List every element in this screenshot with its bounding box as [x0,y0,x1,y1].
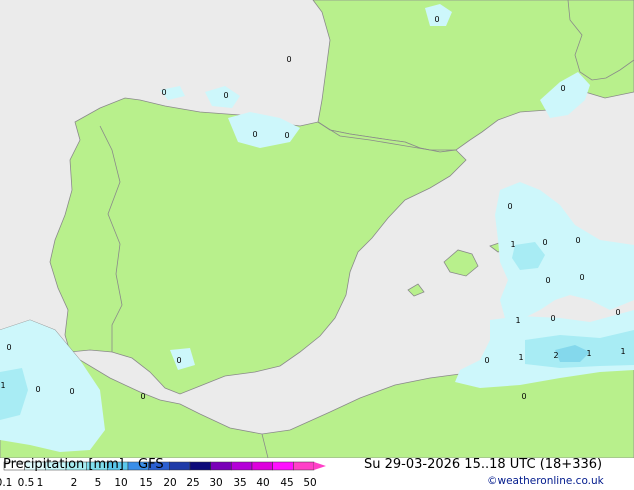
value-label: 1 [586,349,591,358]
value-label: 0 [484,356,489,365]
legend-label: 20 [163,477,177,489]
value-label: 0 [521,392,526,401]
credit-link[interactable]: ©weatheronline.co.uk [487,475,604,487]
legend-label: 15 [139,477,153,489]
value-label: 0 [550,314,555,323]
precipitation-map: 0 0 0 0 0 0 0 0 0 0 1 0 0 1 0 0 0 1 2 1 … [0,0,634,458]
value-label: 0 [545,276,550,285]
value-label: 2 [553,351,558,360]
value-label: 0 [6,343,11,352]
legend-label: 0.5 [17,477,35,489]
legend-label: 1 [36,477,44,489]
legend-label: 25 [186,477,200,489]
value-label: 0 [284,131,289,140]
legend-label: 10 [114,477,128,489]
value-label: 0 [575,236,580,245]
legend-label: 2 [70,477,78,489]
legend-swatch [189,461,211,471]
legend-swatch [231,461,253,471]
value-label: 1 [0,381,5,390]
legend-label: 30 [209,477,223,489]
value-label: 1 [515,316,520,325]
legend-swatch [169,461,191,471]
value-label: 0 [252,130,257,139]
legend-label: 40 [256,477,270,489]
value-label: 0 [176,356,181,365]
legend-label: 35 [233,477,247,489]
legend-arrow [314,462,326,470]
legend-label: 0.1 [0,477,13,489]
value-label: 0 [615,308,620,317]
value-label: 0 [286,55,291,64]
legend-label: 5 [94,477,102,489]
value-label: 0 [69,387,74,396]
legend-swatch [251,461,273,471]
footer: 0.10.5125101520253035404550 Precipitatio… [0,457,634,490]
chart-title: Precipitation [mm] [3,457,124,472]
legend-label: 45 [280,477,294,489]
legend-label: 50 [303,477,317,489]
value-label: 0 [507,202,512,211]
value-label: 1 [510,240,515,249]
value-label: 0 [579,273,584,282]
value-label: 0 [542,238,547,247]
legend-labels: 0.10.5125101520253035404550 [0,477,340,490]
value-label: 0 [140,392,145,401]
value-label: 0 [223,91,228,100]
value-label: 0 [161,88,166,97]
legend-swatch [293,461,315,471]
value-label: 0 [560,84,565,93]
value-label: 0 [434,15,439,24]
value-label: 1 [620,347,625,356]
value-label: 1 [518,353,523,362]
value-label: 0 [35,385,40,394]
legend-swatch [210,461,232,471]
legend-swatch [272,461,294,471]
valid-datetime: Su 29-03-2026 15..18 UTC (18+336) [364,457,603,472]
model-name: GFS [138,457,164,472]
